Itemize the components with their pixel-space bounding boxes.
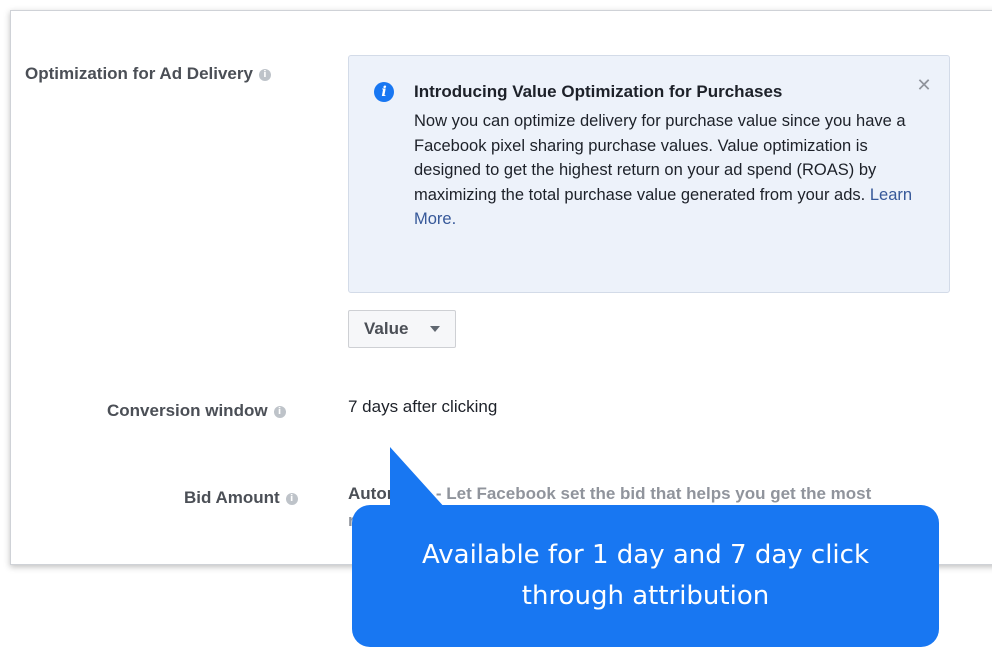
value-optimization-notice: i Introducing Value Optimization for Pur… [348, 55, 950, 293]
attribution-tooltip: Available for 1 day and 7 day click thro… [352, 505, 939, 647]
conversion-window-label: Conversion window i [107, 401, 286, 421]
tooltip-pointer [390, 447, 446, 509]
close-icon[interactable]: ✕ [915, 76, 933, 94]
bid-strategy-description: - Let Facebook set the bid that helps yo… [431, 484, 872, 503]
chevron-down-icon [430, 326, 440, 332]
bid-amount-label-text: Bid Amount [184, 488, 280, 507]
optimization-dropdown[interactable]: Value [348, 310, 456, 348]
optimization-label: Optimization for Ad Delivery i [25, 64, 271, 84]
conversion-window-value: 7 days after clicking [348, 397, 498, 416]
optimization-dropdown-value: Value [364, 319, 409, 338]
bid-amount-label: Bid Amount i [184, 488, 298, 508]
info-icon[interactable]: i [258, 69, 271, 81]
info-icon: i [374, 82, 394, 102]
notice-title: Introducing Value Optimization for Purch… [414, 82, 783, 101]
conversion-window-label-text: Conversion window [107, 401, 268, 420]
tooltip-text: Available for 1 day and 7 day click thro… [421, 540, 870, 611]
notice-body-text: Now you can optimize delivery for purcha… [414, 112, 906, 204]
notice-body: Now you can optimize delivery for purcha… [414, 109, 914, 232]
info-icon[interactable]: i [285, 493, 298, 505]
info-icon[interactable]: i [273, 406, 286, 418]
optimization-label-text: Optimization for Ad Delivery [25, 64, 253, 83]
